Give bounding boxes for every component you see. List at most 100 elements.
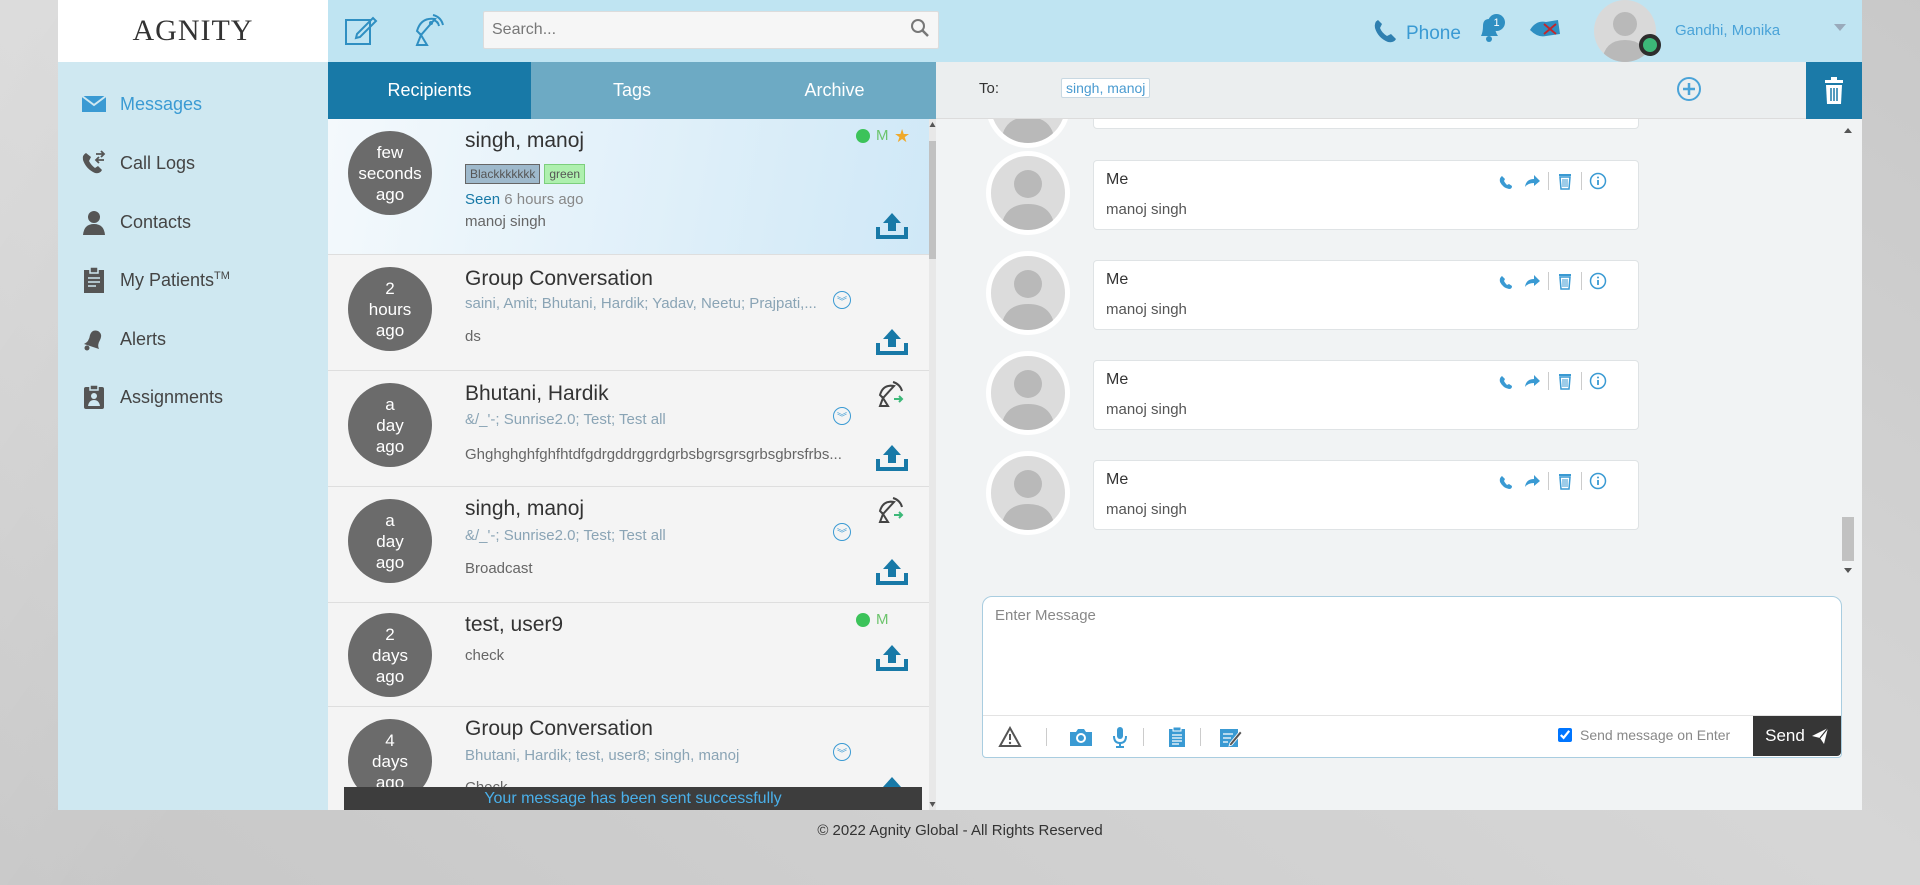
expand-chevron-icon[interactable]: ︾ (833, 407, 851, 425)
language-flag-icon[interactable] (1528, 16, 1562, 47)
warning-icon[interactable] (997, 725, 1023, 749)
list-item[interactable]: a day ago Bhutani, Hardik &/_'-; Sunrise2.… (328, 371, 936, 487)
tag-badge: Blackkkkkkk (465, 164, 541, 184)
notification-badge: 1 (1488, 14, 1505, 31)
expand-chevron-icon[interactable]: ︾ (833, 743, 851, 761)
broadcast-icon (876, 379, 906, 414)
divider (1548, 472, 1549, 490)
sidebar-item-label: My PatientsTM (120, 269, 230, 290)
list-item[interactable]: 2 hours ago Group Conversation saini, Amit… (328, 255, 936, 371)
message-composer: Send message on Enter Send (982, 596, 1842, 758)
tab-tags[interactable]: Tags (531, 62, 733, 119)
trash-icon[interactable] (1555, 271, 1575, 291)
conversation-members: &/_'-; Sunrise2.0; Test; Test all (465, 411, 666, 428)
notifications-button[interactable]: 1 (1476, 14, 1505, 49)
forward-icon[interactable] (1522, 471, 1542, 491)
form-edit-icon[interactable] (1218, 725, 1244, 749)
list-item[interactable]: 2 days ago test, user9 check M (328, 603, 936, 707)
clipboard-icon[interactable] (1164, 725, 1190, 749)
sidebar-item-call-logs[interactable]: Call Logs (80, 150, 195, 176)
trash-icon[interactable] (1555, 171, 1575, 191)
time-badge: a day ago (348, 383, 432, 467)
forward-icon[interactable] (1522, 371, 1542, 391)
message-bubble (1093, 119, 1639, 129)
sidebar-item-contacts[interactable]: Contacts (80, 209, 191, 235)
send-button[interactable]: Send (1753, 716, 1841, 756)
upload-icon[interactable] (876, 327, 908, 355)
conversation-members: &/_'-; Sunrise2.0; Test; Test all (465, 527, 666, 544)
chevron-down-icon[interactable] (1834, 24, 1846, 31)
time-badge: few seconds ago (348, 131, 432, 215)
trash-icon[interactable] (1555, 371, 1575, 391)
add-recipient-button[interactable] (1677, 77, 1701, 101)
search-input[interactable] (492, 21, 910, 39)
message-sender: Me (1106, 171, 1129, 188)
trash-icon (1825, 76, 1843, 104)
divider (1581, 272, 1582, 290)
upload-icon[interactable] (876, 557, 908, 585)
reply-icon[interactable] (1496, 471, 1516, 491)
to-label: To: (979, 80, 1000, 97)
avatar (986, 119, 1070, 148)
message-sender: Me (1106, 371, 1129, 388)
sidebar-item-label: Alerts (120, 328, 167, 349)
composer-toolbar: Send message on Enter Send (983, 715, 1841, 757)
seen-status: Seen 6 hours ago (465, 191, 584, 208)
microphone-icon[interactable] (1107, 725, 1133, 749)
message-sender: Me (1106, 271, 1129, 288)
upload-icon[interactable] (876, 643, 908, 671)
chat-panel: To: singh, manoj Me manoj singh Me manoj… (936, 62, 1862, 810)
message-thread: Me manoj singh Me manoj singh Me manoj s… (936, 119, 1862, 536)
list-scrollbar[interactable] (929, 119, 936, 810)
info-icon[interactable] (1588, 371, 1608, 391)
info-icon[interactable] (1588, 471, 1608, 491)
tab-archive[interactable]: Archive (733, 62, 936, 119)
sidebar-item-alerts[interactable]: Alerts (80, 326, 166, 352)
conversation-preview: manoj singh (465, 213, 546, 230)
reply-icon[interactable] (1496, 371, 1516, 391)
delete-conversation-button[interactable] (1806, 62, 1862, 119)
logo[interactable]: AGNITY (58, 0, 328, 62)
info-icon[interactable] (1588, 171, 1608, 191)
send-on-enter-checkbox[interactable] (1558, 728, 1572, 742)
trash-icon[interactable] (1555, 471, 1575, 491)
tab-recipients[interactable]: Recipients (328, 62, 531, 119)
divider (1548, 172, 1549, 190)
conversation-list: few seconds ago singh, manoj Blackkkkkkk gr… (328, 119, 936, 810)
list-item[interactable]: a day ago singh, manoj &/_'-; Sunrise2.0; … (328, 487, 936, 603)
thread-scrollbar[interactable] (1840, 124, 1856, 574)
sidebar-item-my-patients[interactable]: My PatientsTM (80, 266, 230, 293)
phone-button[interactable]: Phone (1370, 16, 1461, 52)
upload-icon[interactable] (876, 443, 908, 471)
user-name[interactable]: Gandhi, Monika (1675, 22, 1780, 39)
search-box[interactable] (483, 11, 939, 49)
broadcast-icon[interactable] (410, 10, 450, 50)
list-item[interactable]: few seconds ago singh, manoj Blackkkkkkk gr… (328, 119, 936, 255)
reply-icon[interactable] (1496, 171, 1516, 191)
recipient-chip[interactable]: singh, manoj (1061, 78, 1151, 98)
forward-icon[interactable] (1522, 171, 1542, 191)
divider (1548, 372, 1549, 390)
sidebar-item-messages[interactable]: Messages (80, 91, 202, 117)
footer-copyright: © 2022 Agnity Global - All Rights Reserv… (817, 822, 1103, 839)
star-icon[interactable]: ★ (894, 126, 910, 147)
search-icon[interactable] (910, 18, 930, 43)
upload-icon[interactable] (876, 211, 908, 239)
message-bubble: Me manoj singh (1093, 260, 1639, 330)
forward-icon[interactable] (1522, 271, 1542, 291)
alert-bell-icon (80, 326, 108, 352)
conversation-preview: Broadcast (465, 560, 533, 577)
message-input[interactable] (983, 597, 1841, 715)
compose-icon[interactable] (341, 10, 381, 50)
expand-chevron-icon[interactable]: ︾ (833, 291, 851, 309)
reply-icon[interactable] (1496, 271, 1516, 291)
info-icon[interactable] (1588, 271, 1608, 291)
sidebar: Messages Call Logs Contacts My PatientsT… (58, 62, 328, 810)
plus-icon (1683, 83, 1695, 95)
camera-icon[interactable] (1068, 725, 1094, 749)
send-on-enter-option: Send message on Enter (1558, 727, 1730, 743)
expand-chevron-icon[interactable]: ︾ (833, 523, 851, 541)
tag-list: Blackkkkkkk green (465, 164, 589, 184)
sidebar-item-assignments[interactable]: Assignments (80, 384, 223, 410)
success-toast: Your message has been sent successfully (344, 787, 922, 810)
